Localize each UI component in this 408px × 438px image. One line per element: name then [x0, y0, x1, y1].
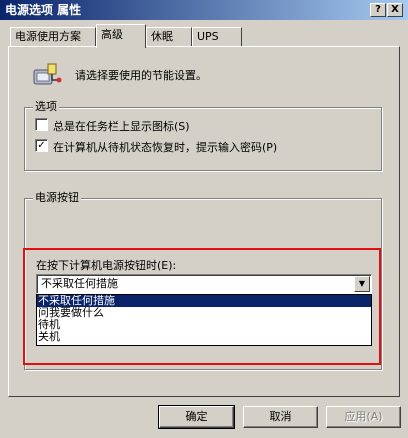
dropdown-option-ask-me[interactable]: 问我要做什么 [37, 307, 371, 319]
tab-ups[interactable]: UPS [192, 27, 242, 47]
options-legend: 选项 [33, 100, 59, 114]
window-title: 电源选项 属性 [5, 3, 82, 17]
power-buttons-legend: 电源按钮 [33, 191, 81, 205]
tab-advanced[interactable]: 高级 [96, 24, 146, 48]
prompt-password-label[interactable]: 在计算机从待机状态恢复时，提示输入密码(P) [53, 139, 277, 155]
title-bar[interactable]: 电源选项 属性 [0, 0, 408, 20]
ok-button[interactable]: 确定 [158, 405, 235, 429]
power-settings-icon [32, 60, 64, 88]
checkmark-icon: ✓ [37, 140, 46, 151]
dropdown-option-shutdown[interactable]: 关机 [37, 331, 371, 343]
tab-power-schemes[interactable]: 电源使用方案 [10, 27, 96, 47]
tab-hibernate[interactable]: 休眠 [146, 27, 192, 47]
show-tray-icon-label[interactable]: 总是在任务栏上显示图标(S) [53, 118, 190, 134]
apply-button[interactable]: 应用(A) [326, 406, 401, 428]
close-button[interactable]: X [387, 3, 403, 17]
power-button-dropdown-list[interactable]: 不采取任何措施 问我要做什么 待机 关机 [36, 294, 372, 346]
header-text: 请选择要使用的节能设置。 [75, 69, 207, 82]
dropdown-option-standby[interactable]: 待机 [37, 319, 371, 331]
show-tray-icon-checkbox[interactable] [35, 118, 48, 131]
help-button[interactable]: ? [370, 3, 386, 17]
cancel-button[interactable]: 取消 [243, 406, 318, 428]
prompt-password-checkbox[interactable]: ✓ [35, 139, 48, 152]
